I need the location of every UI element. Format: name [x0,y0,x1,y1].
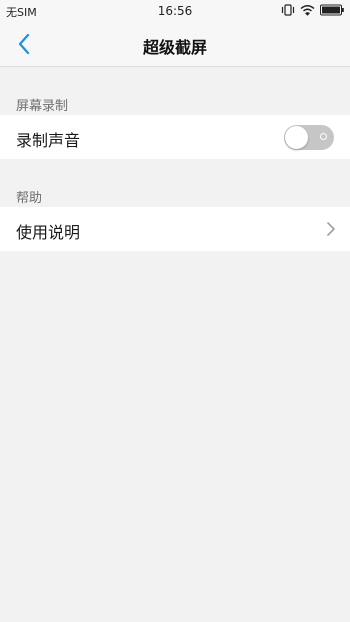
chevron-right-icon [326,221,336,237]
instructions-row[interactable]: 使用说明 [0,207,350,251]
page-title: 超级截屏 [142,38,207,57]
nav-bar: 超级截屏 [0,22,350,67]
status-bar: 无SIM 16:56 [0,0,350,22]
vibrate-icon [281,3,295,19]
status-icons [281,3,344,19]
section-header-screen-recording: 屏幕录制 [16,99,69,114]
toggle-knob [285,126,308,149]
toggle-off-indicator-icon [320,133,327,140]
wifi-icon [300,4,315,19]
record-sound-toggle[interactable] [284,125,334,150]
instructions-label: 使用说明 [16,223,81,242]
section-header-help: 帮助 [16,191,43,206]
battery-icon [320,4,344,19]
record-sound-label: 录制声音 [16,131,81,150]
record-sound-row: 录制声音 [0,115,350,159]
